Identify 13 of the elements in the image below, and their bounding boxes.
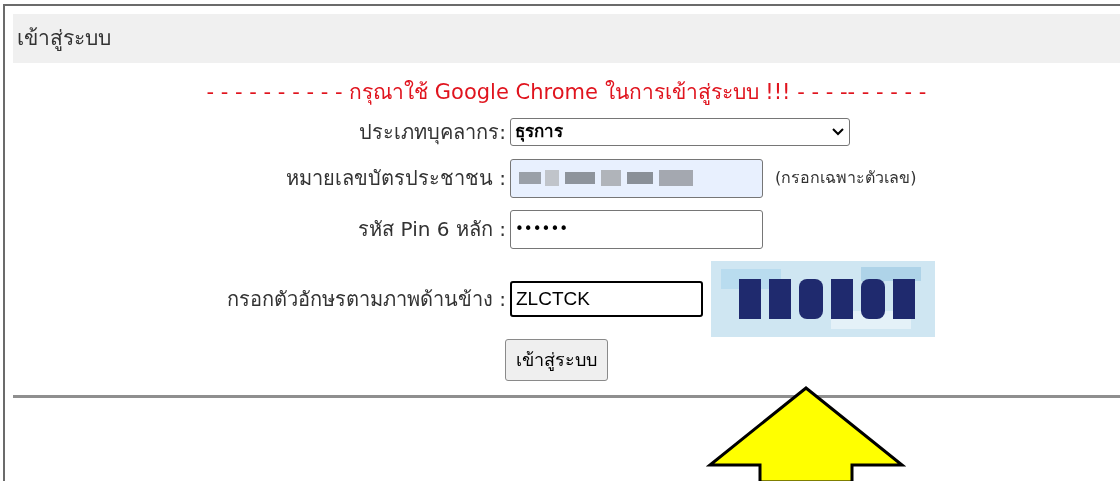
panel-header: เข้าสู่ระบบ — [13, 14, 1120, 63]
pin-field[interactable]: •••••• — [510, 209, 763, 249]
field-label: รหัส Pin 6 หลัก : — [358, 216, 506, 243]
browser-notice: - - - - - - - - - - กรุณาใช้ Google Chrome ในการเข้าสู่ระบบ !!! - - - -- - - - - - — [206, 79, 927, 107]
field-label: หมายเลขบัตรประชาชน : — [285, 165, 506, 192]
field-label: ประเภทบุคลากร: — [359, 118, 506, 147]
captcha-field[interactable]: ZLCTCK — [510, 280, 703, 317]
staff-type-select[interactable]: ธุรการ — [510, 117, 850, 146]
field-label: กรอกตัวอักษรตามภาพด้านข้าง : — [226, 285, 506, 313]
login-button[interactable]: เข้าสู่ระบบ — [505, 338, 608, 381]
chevron-down-icon — [831, 126, 845, 137]
id-number-field[interactable] — [510, 158, 763, 198]
digits-only-hint: (กรอกเฉพาะตัวเลข) — [775, 167, 917, 189]
